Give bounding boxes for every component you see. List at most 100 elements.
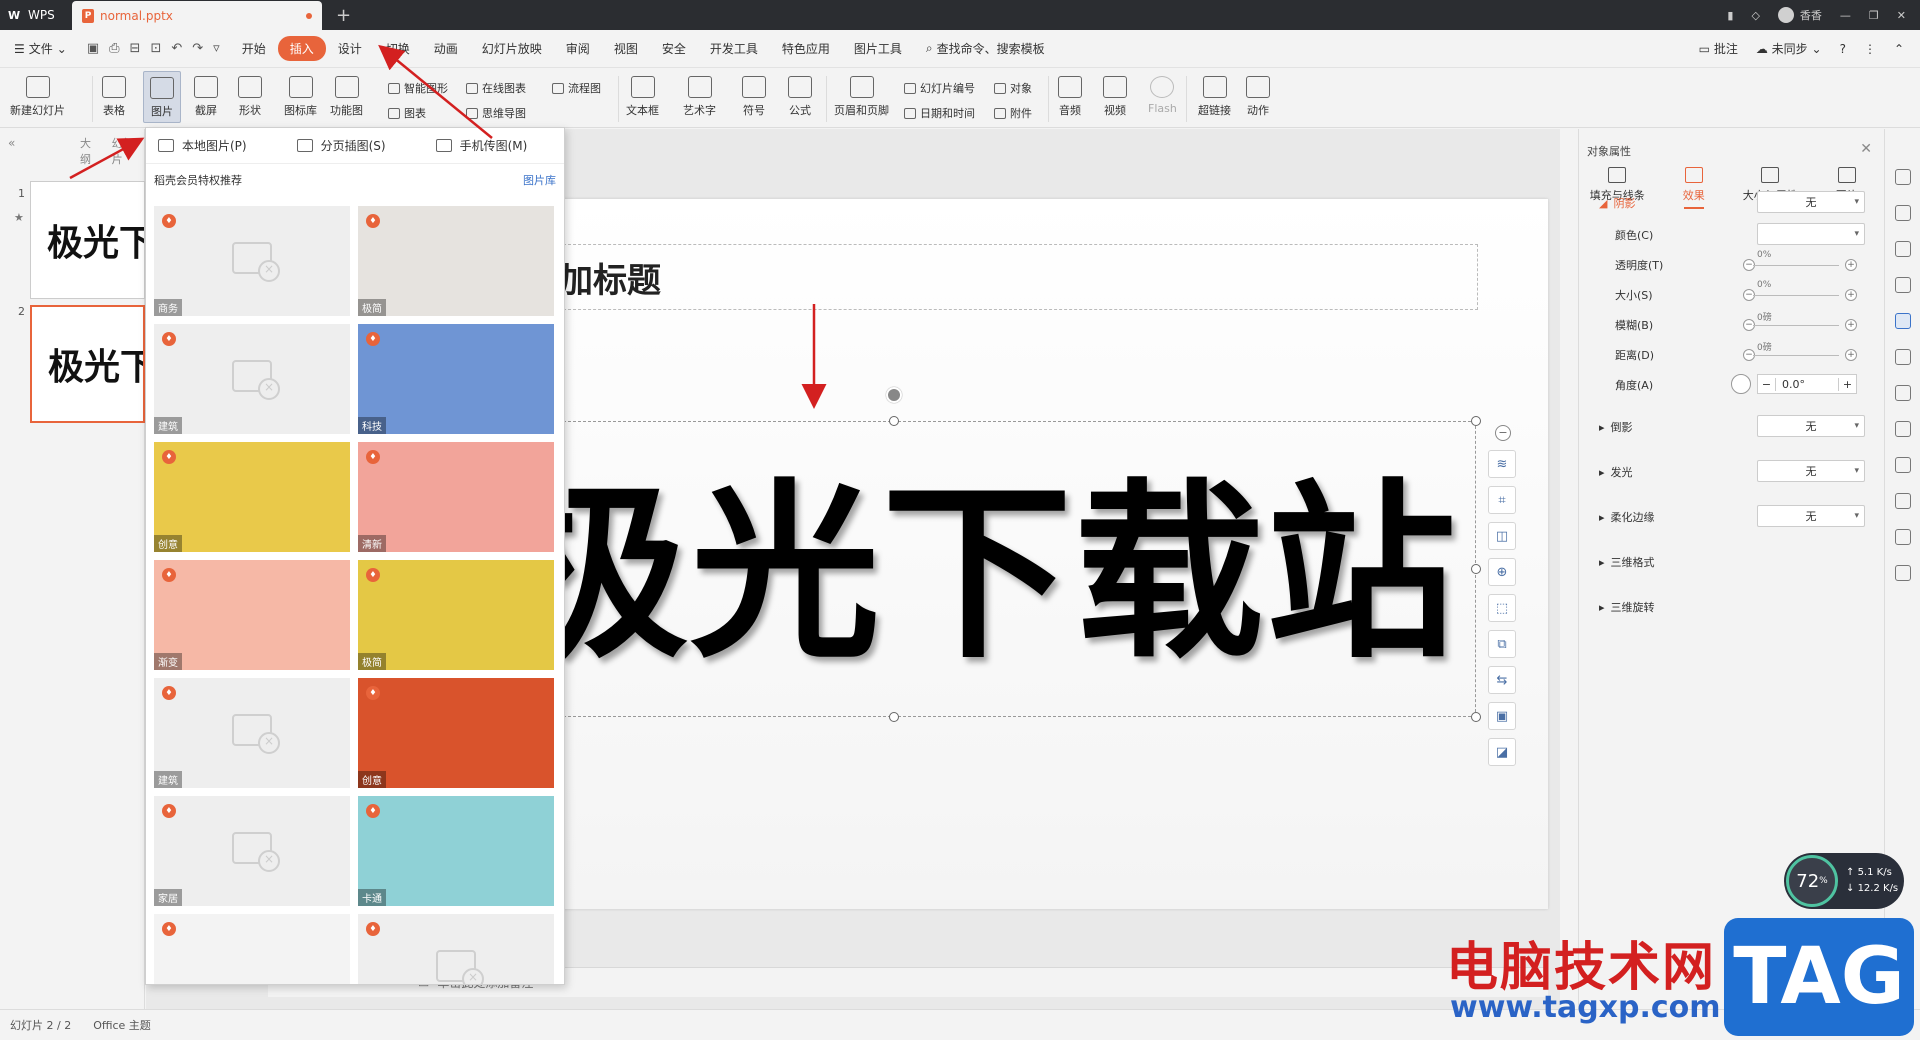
formula-button[interactable]: 公式 [788,76,812,118]
outline-tab[interactable]: 大纲 [80,135,102,167]
tab-home[interactable]: 开始 [230,36,278,61]
save-icon[interactable]: ▣ [87,41,99,56]
chart-button[interactable]: 图表 [388,105,426,121]
reflection-select[interactable]: 无 [1757,415,1865,437]
datetime-button[interactable]: 日期和时间 [904,105,975,121]
smart-shape-button[interactable]: 智能图形 [388,80,448,96]
resize-handle[interactable] [1471,712,1481,722]
hyperlink-button[interactable]: 超链接 [1198,76,1231,118]
paged-illustration-item[interactable]: 分页插图(S) [296,137,386,154]
layout-icon[interactable]: ▮ [1727,9,1733,22]
document-tab[interactable]: P normal.pptx [72,1,322,31]
picture-button[interactable]: 图片 [143,71,181,123]
distance-slider[interactable]: −0磅 + [1743,343,1857,362]
picture-tile[interactable]: ♦ 建筑 [154,678,350,788]
video-button[interactable]: 视频 [1103,76,1127,118]
animation-icon[interactable] [1895,493,1911,509]
local-picture-item[interactable]: 本地图片(P) [158,137,247,154]
minimize-icon[interactable]: — [1840,9,1851,22]
tab-special[interactable]: 特色应用 [770,36,842,61]
table-button[interactable]: 表格 [102,76,126,118]
help-icon[interactable]: ? [1840,42,1846,56]
select-area-icon[interactable]: ⬚ [1488,594,1516,622]
flash-button[interactable]: Flash [1148,76,1177,115]
slide[interactable]: 加标题 极光下载站 [558,199,1548,909]
angle-stepper[interactable]: − 0.0° + [1757,374,1857,394]
angle-dial[interactable] [1731,374,1751,394]
glow-select[interactable]: 无 [1757,460,1865,482]
user-account[interactable]: 香香 [1777,7,1822,23]
copy-icon[interactable]: ⧉ [1488,630,1516,658]
picture-tile[interactable]: ♦ 清新 [358,442,554,552]
transparency-slider[interactable]: −0% + [1743,250,1857,272]
picture-tile[interactable]: ♦ 渐变 [154,560,350,670]
flowchart-button[interactable]: 流程图 [552,80,601,96]
star-icon[interactable] [1895,169,1911,185]
mindmap-button[interactable]: 思维导图 [466,105,526,121]
properties-icon[interactable] [1895,313,1911,329]
wps-home-tab[interactable]: W WPS [0,0,72,30]
rotate-3d-section[interactable]: ▸ 三维旋转 [1599,599,1655,615]
tab-slideshow[interactable]: 幻灯片放映 [470,36,554,61]
slide-thumbnail-2[interactable]: 极光下 [30,305,145,423]
new-slide-button[interactable]: 新建幻灯片 [10,76,65,118]
print-preview-icon[interactable]: ⎙ [109,41,119,56]
tab-design[interactable]: 设计 [326,36,374,61]
picture-tile[interactable]: ♦ 家居 [154,796,350,906]
customize-icon[interactable]: ▿ [213,41,220,56]
object-button[interactable]: 对象 [994,80,1032,96]
audio-button[interactable]: 音频 [1058,76,1082,118]
picture-tile[interactable]: ♦ 商务 [154,206,350,316]
sync-button[interactable]: ☁ 未同步 ⌄ [1756,40,1822,57]
network-monitor-widget[interactable]: 72% ↑ 5.1 K/s ↓ 12.2 K/s [1784,853,1904,909]
symbol-button[interactable]: 符号 [742,76,766,118]
skin-icon[interactable]: ◇ [1751,9,1759,22]
picture-tile[interactable]: ♦ 创意 [154,442,350,552]
close-icon[interactable]: ✕ [1860,141,1872,157]
shadow-section[interactable]: ◢ 阴影 [1599,195,1635,211]
slide-number-button[interactable]: 幻灯片编号 [904,80,975,96]
transparency-icon[interactable]: ◪ [1488,738,1516,766]
screenshot-button[interactable]: 截屏 [194,76,218,118]
picture-tile[interactable]: ♦ 极简 [358,560,554,670]
action-button[interactable]: 动作 [1246,76,1270,118]
command-search[interactable]: ⌕ 查找命令、搜索模板 [914,40,1057,57]
picture-library-link[interactable]: 图片库 [523,172,556,188]
collapse-ribbon-icon[interactable]: ⌃ [1894,42,1904,56]
picture-tile[interactable]: ♦ [358,914,554,984]
template-icon[interactable] [1895,385,1911,401]
picture-tile[interactable]: ♦ [154,914,350,984]
comment-button[interactable]: ▭ 批注 [1699,40,1738,57]
title-placeholder[interactable]: 加标题 [558,244,1478,310]
crop-icon[interactable]: ⌗ [1488,486,1516,514]
resize-handle[interactable] [889,416,899,426]
zoom-in-icon[interactable]: ⊕ [1488,558,1516,586]
tab-transition[interactable]: 切换 [374,36,422,61]
new-tab-button[interactable]: + [322,5,365,26]
textbox-button[interactable]: 文本框 [626,76,659,118]
split-icon[interactable]: ◫ [1488,522,1516,550]
tab-picture-tools[interactable]: 图片工具 [842,36,914,61]
shadow-select[interactable]: 无 [1757,191,1865,213]
more-icon[interactable]: ⋮ [1864,42,1876,56]
file-menu[interactable]: ☰ 文件 ⌄ [0,40,77,57]
picture-tile[interactable]: ♦ 建筑 [154,324,350,434]
layout-icon[interactable] [1895,349,1911,365]
picture-edit-icon[interactable]: ▣ [1488,702,1516,730]
picture-tile[interactable]: ♦ 极简 [358,206,554,316]
art-text-button[interactable]: 艺术字 [683,76,716,118]
undo-icon[interactable]: ↶ [171,41,182,56]
theme-name[interactable]: Office 主题 [93,1017,151,1033]
tab-review[interactable]: 审阅 [554,36,602,61]
help-icon[interactable] [1895,565,1911,581]
tab-insert[interactable]: 插入 [277,36,326,61]
increment-icon[interactable]: + [1838,377,1856,391]
slide-thumbnail-1[interactable]: 极光下 [30,181,145,299]
tab-developer[interactable]: 开发工具 [698,36,770,61]
copy-icon[interactable] [1895,205,1911,221]
size-slider[interactable]: −0% + [1743,280,1857,302]
online-chart-button[interactable]: 在线图表 [466,80,526,96]
slides-tab[interactable]: 幻灯片 [112,135,144,167]
picture-tile[interactable]: ♦ 卡通 [358,796,554,906]
tab-effects[interactable]: 效果 [1656,167,1733,211]
